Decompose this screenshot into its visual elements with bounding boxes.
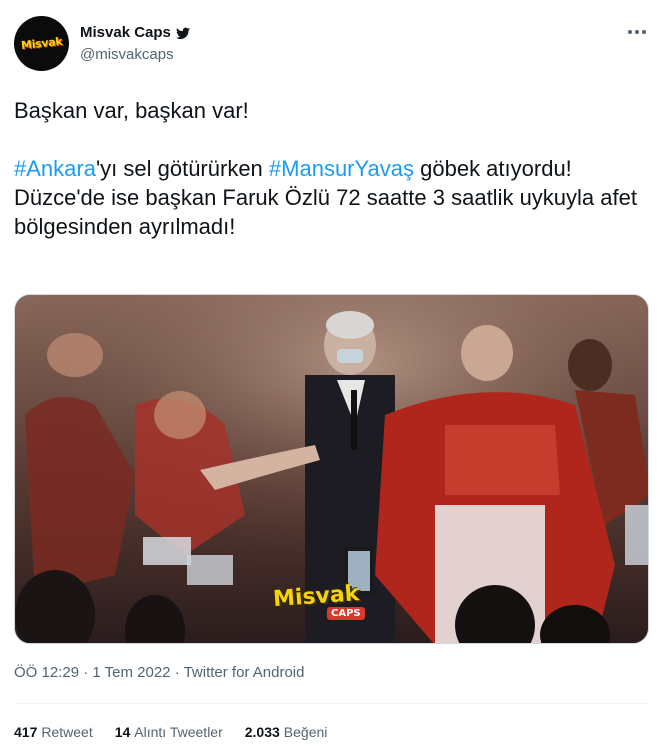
quote-tweets-stat[interactable]: 14 Alıntı Tweetler bbox=[115, 724, 223, 740]
author-names: Misvak Caps @misvakcaps bbox=[80, 24, 191, 63]
meta-separator-2: · bbox=[174, 664, 180, 681]
tweet-text: Başkan var, başkan var! #Ankara'yı sel g… bbox=[14, 96, 644, 241]
likes-stat[interactable]: 2.033 Beğeni bbox=[245, 724, 328, 740]
tweet-line-1: Başkan var, başkan var! bbox=[14, 98, 249, 123]
avatar-logo-text: Misvak bbox=[20, 34, 63, 53]
handle[interactable]: @misvakcaps bbox=[80, 46, 191, 63]
tweet-time[interactable]: ÖÖ 12:29 bbox=[14, 664, 79, 681]
tweet-date[interactable]: 1 Tem 2022 bbox=[92, 664, 170, 681]
tweet-line-2: #Ankara'yı sel götürürken #MansurYavaş g… bbox=[14, 154, 644, 183]
tweet-stats: 417 Retweet 14 Alıntı Tweetler 2.033 Beğeni bbox=[14, 724, 327, 740]
watermark-sub: CAPS bbox=[327, 607, 365, 620]
tweet-text-mid: 'yı sel götürürken bbox=[95, 156, 269, 181]
retweets-label: Retweet bbox=[41, 724, 93, 740]
tweet-meta: ÖÖ 12:29 · 1 Tem 2022 · Twitter for Andr… bbox=[14, 664, 304, 681]
avatar[interactable]: Misvak bbox=[14, 16, 69, 71]
retweets-stat[interactable]: 417 Retweet bbox=[14, 724, 93, 740]
tweet-text-after: göbek atıyordu! bbox=[414, 156, 572, 181]
display-name-row[interactable]: Misvak Caps bbox=[80, 24, 191, 41]
hashtag-ankara[interactable]: #Ankara bbox=[14, 156, 96, 181]
display-name[interactable]: Misvak Caps bbox=[80, 24, 171, 41]
video-watermark: Misvak CAPS bbox=[272, 581, 393, 633]
tweet-source[interactable]: Twitter for Android bbox=[184, 664, 305, 681]
divider bbox=[14, 703, 649, 704]
retweets-count: 417 bbox=[14, 724, 38, 740]
hashtag-mansuryavas[interactable]: #MansurYavaş bbox=[269, 156, 414, 181]
likes-count: 2.033 bbox=[244, 724, 280, 740]
likes-label: Beğeni bbox=[283, 724, 328, 740]
more-options-icon[interactable] bbox=[625, 22, 649, 42]
tweet-line-3: Düzce'de ise başkan Faruk Özlü 72 saatte… bbox=[14, 185, 637, 239]
verified-badge-icon bbox=[175, 27, 190, 39]
quotes-label: Alıntı Tweetler bbox=[134, 724, 223, 740]
meta-separator: · bbox=[83, 664, 89, 681]
tweet-media-video[interactable]: Misvak CAPS bbox=[14, 294, 649, 644]
quotes-count: 14 bbox=[114, 724, 131, 740]
tweet-header: Misvak Misvak Caps @misvakcaps bbox=[14, 16, 649, 72]
